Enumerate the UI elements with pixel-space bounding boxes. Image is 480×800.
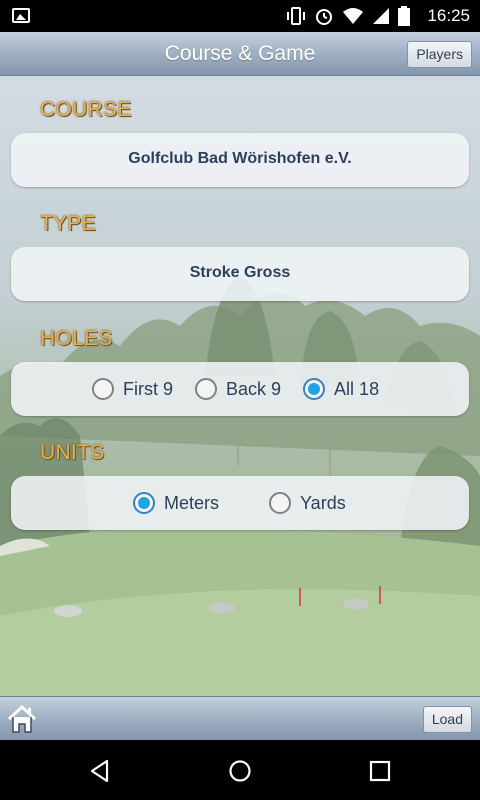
holes-option-back-9[interactable]: Back 9	[195, 378, 281, 400]
radio-unchecked-icon	[269, 492, 292, 514]
course-selector[interactable]: Golfclub Bad Wörishofen e.V.	[11, 133, 469, 187]
back-nav-icon[interactable]	[87, 758, 113, 784]
battery-icon	[398, 6, 410, 26]
type-selector[interactable]: Stroke Gross	[11, 247, 469, 301]
holes-option-all-18[interactable]: All 18	[303, 378, 379, 400]
units-option-meters[interactable]: Meters	[133, 492, 219, 514]
holes-option-first-9[interactable]: First 9	[92, 378, 173, 400]
type-label: TYPE	[40, 212, 97, 235]
course-name: Golfclub Bad Wörishofen e.V.	[128, 150, 352, 167]
units-radio-group: Meters Yards	[133, 476, 368, 530]
status-time: 16:25	[427, 6, 470, 25]
units-option-label: Meters	[164, 492, 220, 513]
main-content: COURSE Golfclub Bad Wörishofen e.V. TYPE…	[0, 76, 480, 696]
holes-option-label: First 9	[123, 378, 174, 399]
alarm-icon	[316, 9, 332, 25]
bottom-toolbar: Load	[0, 696, 480, 740]
holes-label: HOLES	[40, 327, 113, 350]
holes-option-label: Back 9	[226, 378, 282, 399]
units-panel: Meters Yards	[11, 476, 469, 530]
gallery-notification-icon	[12, 8, 30, 23]
radio-checked-icon	[133, 492, 155, 514]
wifi-icon	[343, 8, 363, 24]
home-icon[interactable]	[6, 703, 38, 735]
radio-checked-icon	[303, 378, 326, 400]
home-nav-icon[interactable]	[227, 758, 253, 784]
radio-unchecked-icon	[92, 378, 114, 400]
course-label: COURSE	[40, 98, 132, 121]
recents-nav-icon[interactable]	[367, 758, 393, 784]
vibrate-icon	[287, 7, 305, 25]
players-button[interactable]: Players	[407, 41, 472, 68]
system-nav-bar	[0, 740, 480, 800]
units-option-yards[interactable]: Yards	[269, 492, 346, 514]
radio-unchecked-icon	[195, 378, 218, 400]
units-option-label: Yards	[300, 492, 346, 513]
type-value: Stroke Gross	[189, 264, 291, 281]
holes-panel: First 9 Back 9 All 18	[11, 362, 469, 416]
holes-option-label: All 18	[334, 378, 380, 399]
load-button[interactable]: Load	[422, 706, 472, 733]
status-bar: 16:25	[0, 0, 480, 32]
title-bar: Course & Game Players	[0, 32, 480, 76]
units-label: UNITS	[40, 441, 105, 464]
signal-icon	[373, 8, 389, 24]
holes-radio-group: First 9 Back 9 All 18	[92, 362, 401, 416]
